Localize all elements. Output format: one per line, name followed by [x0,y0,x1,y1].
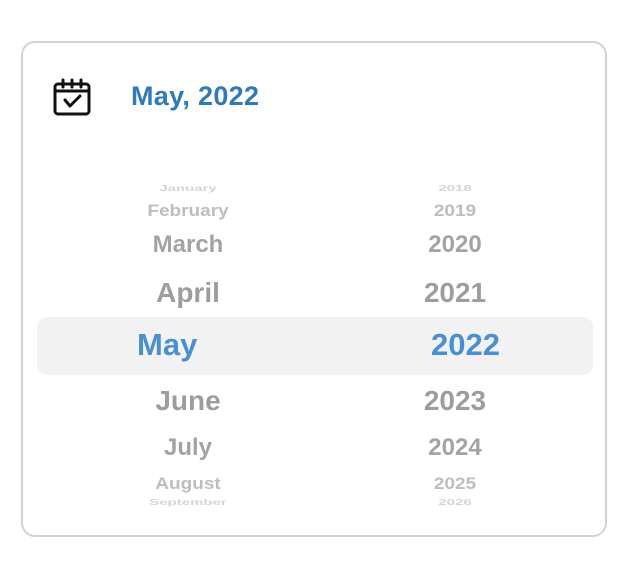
calendar-check-icon[interactable] [52,77,92,117]
year-option[interactable]: 2023 [323,387,587,415]
month-option[interactable]: June [23,387,353,415]
month-option[interactable]: August [23,476,353,492]
month-option[interactable]: July [23,436,353,460]
selected-year-option[interactable]: 2022 [323,329,587,360]
year-option[interactable]: 2025 [323,476,587,492]
selected-date-title[interactable]: May, 2022 [131,81,259,112]
month-option[interactable]: January [23,184,353,192]
year-option[interactable]: 2026 [323,498,587,506]
month-option[interactable]: February [23,203,353,219]
month-option[interactable]: April [23,279,353,307]
month-option[interactable]: March [23,233,353,257]
year-wheel[interactable]: 2018 2019 2020 2021 2022 2023 2024 2025 … [323,181,587,507]
year-option[interactable]: 2021 [323,279,587,307]
year-option[interactable]: 2020 [323,233,587,257]
month-year-picker: January February March April May June Ju… [23,181,605,507]
year-option[interactable]: 2018 [323,184,587,192]
selected-month-option[interactable]: May [23,329,353,360]
date-picker-card: May, 2022 January February March April M… [21,41,607,537]
picker-header: May, 2022 [23,43,605,153]
year-option[interactable]: 2024 [323,436,587,460]
year-option[interactable]: 2019 [323,203,587,219]
month-option[interactable]: September [23,498,353,506]
month-wheel[interactable]: January February March April May June Ju… [23,181,353,507]
